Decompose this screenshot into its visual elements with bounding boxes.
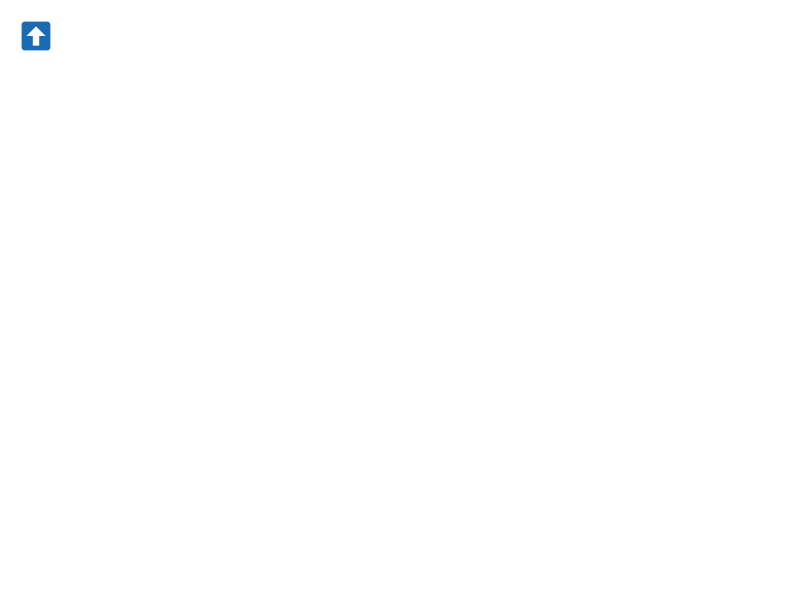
logo: [20, 20, 56, 52]
logo-icon: [20, 20, 52, 52]
page-header: [20, 20, 772, 52]
